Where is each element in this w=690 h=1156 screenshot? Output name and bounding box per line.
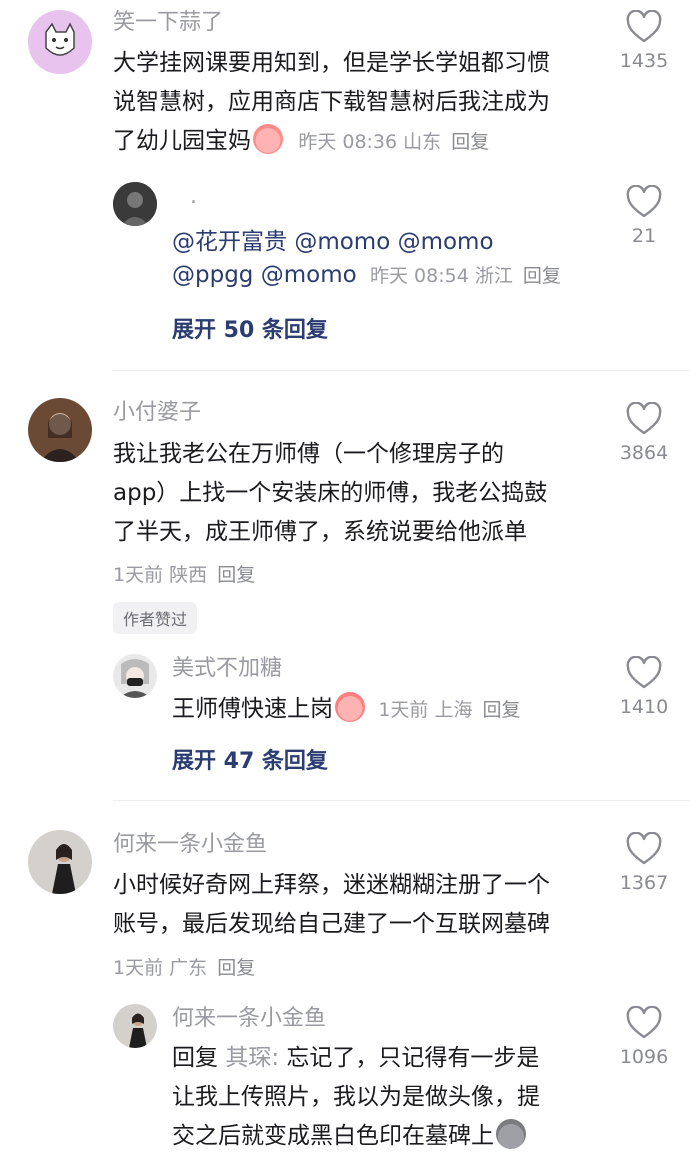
author-liked-badge: 作者赞过 [113,602,198,634]
comment-text: 我让我老公在万师傅（一个修理房子的 app）上找一个安装床的师傅，我老公捣鼓 了… [113,435,608,552]
mention-link[interactable]: @ppgg [172,262,253,288]
reply-text-line: 回复 其琛: 忘记了，只记得有一步是 [172,1039,602,1078]
reply-button[interactable]: 回复 [483,699,521,721]
like-count: 1435 [619,50,669,72]
expand-replies-button[interactable]: 展开 47 条回复 [172,743,328,775]
reply-button[interactable]: 回复 [217,564,255,586]
like-button[interactable]: 1367 [604,832,684,894]
heart-outline-icon [626,402,662,435]
reply-text-line: 交之后就变成黑白色印在墓碑上 [172,1117,602,1156]
expand-replies-button[interactable]: 展开 50 条回复 [172,312,328,344]
like-count: 1367 [619,872,669,894]
comment-text-line: 我让我老公在万师傅（一个修理房子的 [113,441,504,467]
divider [113,800,690,801]
reply-meta: 昨天 08:54 浙江 回复 [370,265,561,287]
reply-button[interactable]: 回复 [217,957,255,979]
like-button[interactable]: 1096 [604,1006,684,1068]
comment-username[interactable]: 笑一下蒜了 [113,8,223,38]
comment-text: 大学挂网课要用知到，但是学长学姐都习惯 说智慧树，应用商店下载智慧树后我注成为 … [113,44,608,162]
comment-text-line: 了半天，成王师傅了，系统说要给他派单 [113,519,527,545]
comment-text-line: 小时候好奇网上拜祭，迷迷糊糊注册了一个 [113,872,550,898]
like-count: 3864 [619,442,669,464]
reply-text-segment: 忘记了，只记得有一步是 [286,1045,540,1071]
reply-text: 回复 其琛: 忘记了，只记得有一步是 让我上传照片，我以为是做头像，提 交之后就… [172,1039,602,1156]
comment-meta: 昨天 08:36 山东 回复 [298,131,489,153]
tombstone-emoji-icon [496,1119,526,1149]
mention-line: @花开富贵 @momo @momo [172,222,494,256]
reply-username[interactable]: 美式不加糖 [172,654,282,684]
divider [113,370,690,371]
reply-text-segment: 交之后就变成黑白色印在墓碑上 [172,1123,494,1149]
heart-outline-icon [626,1006,662,1039]
like-count: 1410 [619,696,669,718]
peach-emoji-icon [253,124,283,154]
comment-text-line-end: 了幼儿园宝妈 [113,128,251,154]
comment-text: 小时候好奇网上拜祭，迷迷糊糊注册了一个 账号，最后发现给自己建了一个互联网墓碑 [113,866,608,944]
reply-avatar[interactable] [113,1004,157,1048]
comment-username[interactable]: 小付婆子 [113,398,201,428]
reply-text-line: 让我上传照片，我以为是做头像，提 [172,1084,540,1110]
reply-time: 昨天 08:54 [369,265,469,287]
like-button[interactable]: 1410 [604,656,684,718]
comment-location: 陕西 [169,564,208,586]
reply-avatar[interactable] [113,182,157,226]
comment-time: 1天前 [113,564,164,586]
mention-line: @ppgg @momo 昨天 08:54 浙江 回复 [172,261,561,288]
reply-prefix: 回复 [172,1045,218,1071]
reply-text: 王师傅快速上岗 [172,696,333,722]
like-button[interactable]: 21 [604,185,684,247]
mention-link[interactable]: @momo [261,262,357,288]
comment-text-line: 了幼儿园宝妈 昨天 08:36 山东 回复 [113,122,608,162]
reply-text-line: 王师傅快速上岗 1天前 上海 回复 [172,690,521,730]
comment-text-line: 账号，最后发现给自己建了一个互联网墓碑 [113,911,550,937]
like-count: 21 [631,225,657,247]
avatar[interactable] [28,10,92,74]
reply-button[interactable]: 回复 [523,265,561,287]
reply-time: 1天前 [378,699,429,721]
reply-location: 浙江 [474,265,513,287]
reply-username[interactable]: . [190,182,197,212]
like-count: 1096 [619,1046,669,1068]
like-button[interactable]: 3864 [604,402,684,464]
comment-meta: 1天前 广东 回复 [113,953,255,980]
surprised-peach-emoji-icon [335,692,365,722]
reply-location: 上海 [434,699,473,721]
comment-text-line: app）上找一个安装床的师傅，我老公捣鼓 [113,480,548,506]
heart-outline-icon [626,185,662,218]
comment-text-line: 大学挂网课要用知到，但是学长学姐都习惯 [113,50,550,76]
heart-outline-icon [626,832,662,865]
reply-to-user[interactable]: 其琛: [225,1045,279,1071]
mention-link[interactable]: @花开富贵 [172,229,287,255]
comment-meta: 1天前 陕西 回复 [113,560,255,587]
avatar[interactable] [28,830,92,894]
heart-outline-icon [626,656,662,689]
reply-username[interactable]: 何来一条小金鱼 [172,1004,326,1034]
avatar[interactable] [28,398,92,462]
reply-avatar[interactable] [113,654,157,698]
comment-location: 广东 [169,957,208,979]
comment-time: 1天前 [113,957,164,979]
mention-link[interactable]: @momo [398,229,494,255]
heart-outline-icon [626,10,662,43]
comment-text-line: 说智慧树，应用商店下载智慧树后我注成为 [113,89,550,115]
mention-link[interactable]: @momo [294,229,390,255]
comment-time: 昨天 08:36 [298,131,398,153]
like-button[interactable]: 1435 [604,10,684,72]
comment-username[interactable]: 何来一条小金鱼 [113,830,267,860]
reply-meta: 1天前 上海 回复 [378,699,520,721]
comment-location: 山东 [403,131,442,153]
reply-button[interactable]: 回复 [451,131,489,153]
